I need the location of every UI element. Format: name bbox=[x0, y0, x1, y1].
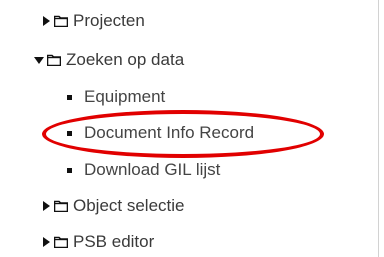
tree-item-psb-editor[interactable]: PSB editor bbox=[43, 229, 154, 255]
tree-item-label: Download GIL lijst bbox=[84, 160, 221, 179]
tree-item-zoeken-op-data[interactable]: Zoeken op data bbox=[34, 47, 184, 73]
tree-item-document-info-record[interactable]: Document Info Record bbox=[67, 120, 254, 146]
tree-item-label: Zoeken op data bbox=[66, 50, 185, 69]
tree-item-label: Object selectie bbox=[73, 196, 185, 215]
expand-arrow-icon[interactable] bbox=[43, 237, 50, 247]
tree-item-label: Equipment bbox=[84, 87, 166, 106]
tree-item-label: PSB editor bbox=[73, 232, 155, 251]
expand-arrow-icon[interactable] bbox=[43, 16, 50, 26]
tree-item-download-gil-lijst[interactable]: Download GIL lijst bbox=[67, 157, 220, 183]
bullet-icon bbox=[67, 94, 72, 100]
collapse-arrow-icon[interactable] bbox=[34, 56, 44, 64]
tree-item-projecten[interactable]: Projecten bbox=[43, 8, 145, 34]
expand-arrow-icon[interactable] bbox=[43, 201, 50, 211]
folder-icon bbox=[47, 54, 61, 66]
tree-item-label: Projecten bbox=[73, 11, 145, 30]
folder-icon bbox=[54, 200, 68, 212]
folder-icon bbox=[54, 236, 68, 248]
tree-item-label: Document Info Record bbox=[84, 123, 255, 142]
folder-icon bbox=[54, 15, 68, 27]
tree-item-equipment[interactable]: Equipment bbox=[67, 84, 165, 110]
bullet-icon bbox=[67, 130, 72, 136]
tree-item-object-selectie[interactable]: Object selectie bbox=[43, 193, 185, 219]
navigation-tree: Projecten Zoeken op data Equipment Docum… bbox=[0, 0, 379, 257]
bullet-icon bbox=[67, 167, 72, 173]
